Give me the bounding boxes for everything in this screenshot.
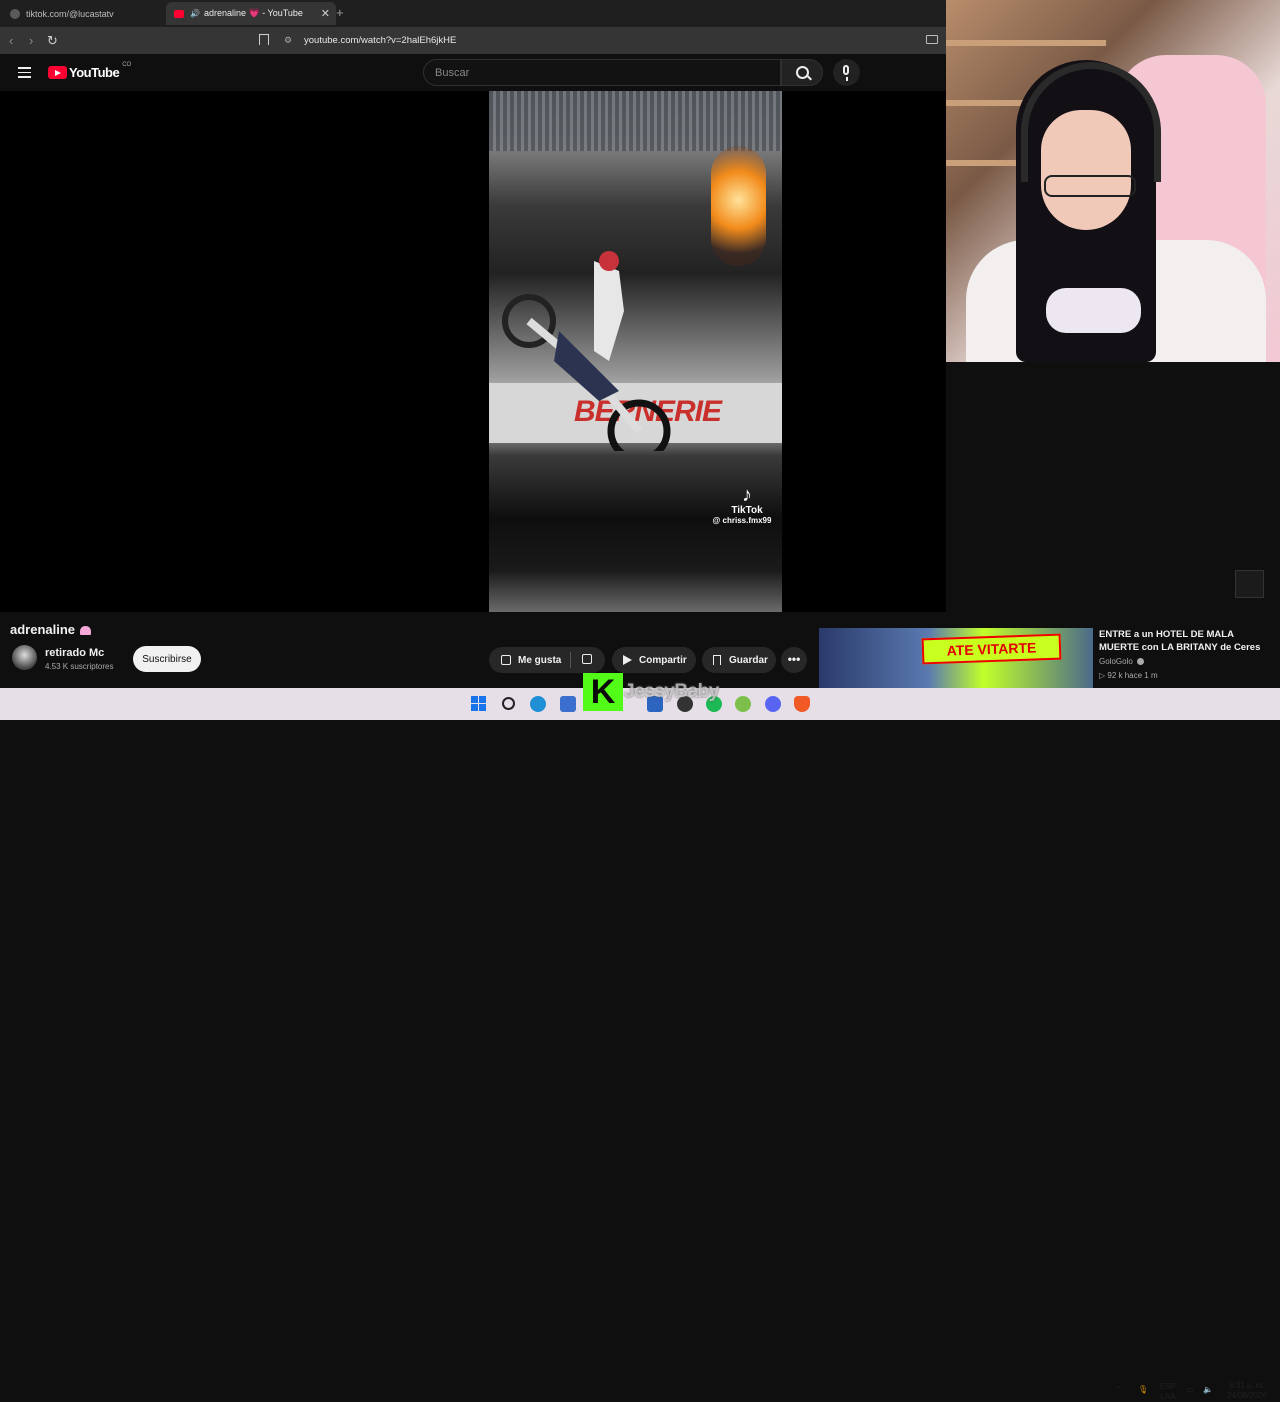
video-title: adrenaline: [10, 622, 92, 637]
browser-toolbar: ‹ › ↻ ⚙ youtube.com/watch?v=2halEh6jkHE: [0, 27, 946, 54]
discord-icon[interactable]: [765, 696, 781, 712]
thumbs-down-icon[interactable]: [582, 654, 592, 664]
language-indicator[interactable]: ESP LAA: [1158, 1382, 1178, 1402]
like-button[interactable]: Me gusta: [489, 647, 561, 673]
related-channel[interactable]: GoloGolo: [1099, 657, 1144, 666]
share-button[interactable]: Compartir: [612, 647, 696, 673]
subscribe-button[interactable]: Suscribirse: [133, 646, 201, 672]
channel-name[interactable]: retirado Mc: [45, 647, 104, 659]
address-bar[interactable]: ⚙ youtube.com/watch?v=2halEh6jkHE: [280, 31, 920, 50]
channel-avatar[interactable]: [12, 645, 37, 670]
volume-icon[interactable]: 🔈: [1203, 1385, 1213, 1395]
taskbar-search-icon[interactable]: [501, 696, 517, 712]
voice-search-button[interactable]: [833, 59, 860, 86]
video-player[interactable]: BERNERIE ♪ TikTok @ chriss.fmx99: [0, 91, 946, 612]
video-frame[interactable]: BERNERIE ♪ TikTok @ chriss.fmx99: [489, 91, 782, 612]
search-placeholder: Buscar: [435, 66, 470, 79]
tab-youtube[interactable]: 🔊 adrenaline 💗 - YouTube ✕: [166, 2, 336, 25]
browser-tab-bar: tiktok.com/@lucastatv 🔊 adrenaline 💗 - Y…: [0, 0, 946, 27]
app-icon[interactable]: [560, 696, 576, 712]
search-input[interactable]: Buscar: [423, 59, 781, 86]
microphone-image: [1046, 288, 1141, 333]
subscriber-count: 4.53 K suscriptores: [45, 662, 114, 671]
youtube-logo[interactable]: YouTube CO: [48, 61, 132, 80]
close-tab-icon[interactable]: ✕: [321, 7, 330, 20]
chrome-icon[interactable]: [735, 696, 751, 712]
verified-icon: [1136, 658, 1144, 665]
show-hidden-icons[interactable]: ⌃: [1115, 1385, 1122, 1395]
webcam-overlay: [946, 0, 1280, 362]
youtube-header: YouTube CO Buscar: [0, 54, 946, 91]
menu-icon[interactable]: [18, 67, 31, 81]
url-text: youtube.com/watch?v=2halEh6jkHE: [304, 35, 457, 46]
thumbnail-caption: ATE VITARTE: [921, 633, 1062, 665]
speaker-icon[interactable]: 🔊: [190, 9, 200, 18]
edge-icon[interactable]: [530, 696, 546, 712]
network-icon[interactable]: ▭: [1186, 1385, 1194, 1395]
pink-heart-icon: [80, 626, 92, 636]
save-button[interactable]: Guardar: [702, 647, 776, 673]
motocross-rider-image: [502, 251, 671, 451]
tiktok-note-icon: ♪: [742, 484, 752, 506]
related-video-thumbnail[interactable]: ATE VITARTE: [819, 628, 1093, 688]
forward-button[interactable]: ›: [29, 33, 33, 48]
bookmark-icon[interactable]: [259, 34, 269, 45]
streamer-name: JessyBaby: [624, 681, 719, 702]
related-video-title[interactable]: ENTRE a un HOTEL DE MALA MUERTE con LA B…: [1099, 628, 1269, 654]
globe-icon: [10, 8, 20, 19]
tiktok-watermark: ♪ TikTok @ chriss.fmx99: [713, 484, 777, 525]
tab-label: tiktok.com/@lucastatv: [26, 8, 114, 19]
youtube-favicon-icon: [174, 9, 184, 18]
save-icon: [713, 655, 721, 665]
new-tab-button[interactable]: +: [336, 5, 344, 20]
microphone-tray-icon[interactable]: 🎙: [1138, 1385, 1148, 1395]
search-button[interactable]: [781, 59, 823, 86]
miniplayer-thumbnail[interactable]: [1235, 570, 1264, 598]
microphone-icon: [843, 65, 849, 75]
thumbs-up-icon: [501, 655, 511, 665]
fire-burst-image: [711, 146, 766, 266]
share-icon: [623, 655, 632, 665]
more-actions-button[interactable]: •••: [781, 647, 807, 673]
like-dislike-group: Me gusta: [489, 647, 605, 673]
tab-label: adrenaline 💗 - YouTube: [203, 8, 303, 18]
reload-button[interactable]: ↻: [47, 33, 58, 49]
tab-tiktok[interactable]: tiktok.com/@lucastatv: [6, 2, 168, 25]
start-button-icon[interactable]: [471, 696, 487, 712]
crowd-image: [489, 91, 782, 151]
brave-icon[interactable]: [794, 696, 810, 712]
system-clock[interactable]: 6:31 p. m. 24/08/2026: [1222, 1381, 1272, 1401]
search-icon: [796, 66, 809, 79]
cast-icon[interactable]: [926, 35, 938, 44]
kick-logo-icon: K: [583, 673, 623, 711]
related-video-meta: ▷ 92 k hace 1 m: [1099, 671, 1158, 680]
back-button[interactable]: ‹: [9, 33, 13, 48]
country-code: CO: [122, 61, 132, 68]
youtube-play-icon: [48, 66, 67, 79]
site-settings-icon[interactable]: ⚙: [280, 35, 296, 46]
